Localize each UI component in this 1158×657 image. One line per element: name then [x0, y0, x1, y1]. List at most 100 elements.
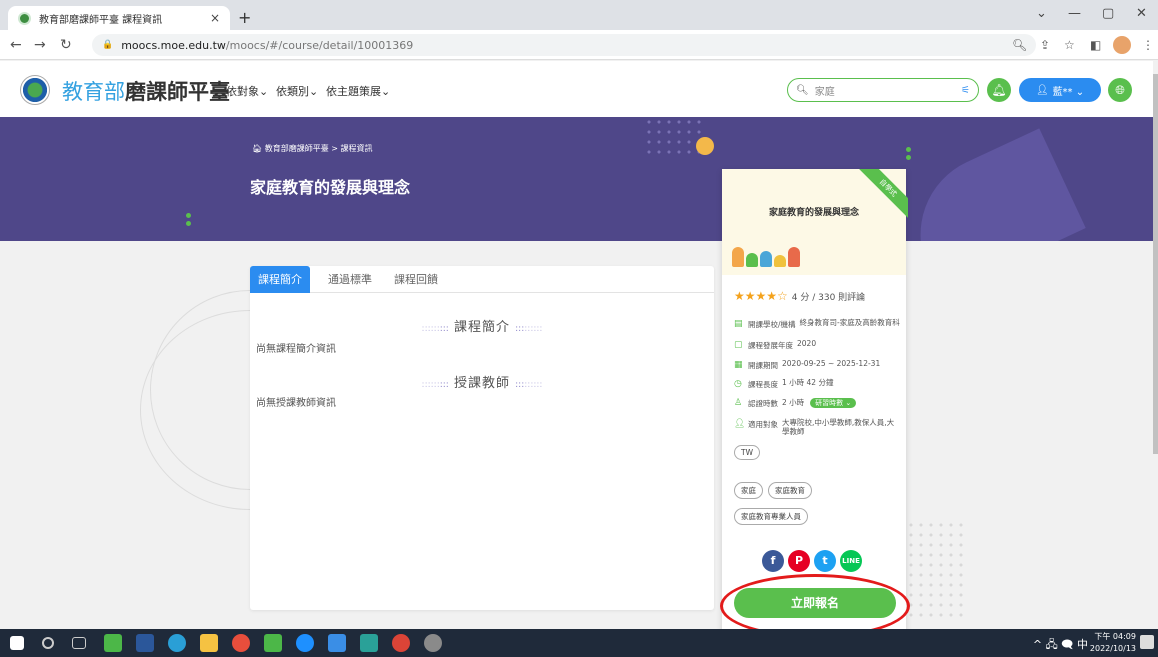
language-globe-icon[interactable]: 🌐︎ [1108, 78, 1132, 102]
photos-app-icon[interactable] [328, 634, 346, 652]
decor-dots [906, 520, 966, 620]
word-app-icon[interactable] [136, 634, 154, 652]
nav-by-audience[interactable]: 依對象⌄ [226, 83, 268, 99]
meta-value: 2 小時 研習時數 ⌄ [782, 398, 900, 409]
notification-bell-icon[interactable]: 🔔︎ [987, 78, 1011, 102]
clock-date: 2022/10/13 [1089, 644, 1136, 653]
lightbulb-icon [696, 137, 714, 155]
ribbon-text: 自學式 [858, 169, 908, 219]
address-bar: ← → ↻ 🔒 moocs.moe.edu.tw /moocs/#/course… [0, 30, 1158, 60]
search-icon[interactable] [42, 637, 54, 649]
menu-kebab-icon[interactable]: ⋮ [1142, 38, 1154, 52]
reload-icon[interactable]: ↻ [60, 37, 72, 53]
course-rating: ★★★★☆ 4 分 / 330 則評論 [734, 289, 865, 303]
cover-illustration [732, 247, 800, 267]
clock-icon: ◷ [734, 379, 742, 389]
tab-intro[interactable]: 課程簡介 [250, 266, 310, 293]
meta-value: 大專院校,中小學教師,教保人員,大學教師 [782, 418, 895, 436]
chrome-active-icon[interactable] [424, 634, 442, 652]
minimize-button[interactable]: — [1068, 6, 1081, 21]
teacher-text: 尚無授課教師資訊 [256, 398, 336, 409]
chrome-canary-icon[interactable] [232, 634, 250, 652]
bookmark-star-icon[interactable]: ☆ [1064, 38, 1075, 52]
twitter-share-icon[interactable]: t [814, 550, 836, 572]
tab-close-icon[interactable]: × [210, 11, 220, 25]
site-brand[interactable]: 教育部磨課師平臺 [62, 76, 230, 106]
line-share-icon[interactable]: LINE [840, 550, 862, 572]
file-explorer-icon[interactable] [200, 634, 218, 652]
decor-swoosh [894, 128, 1086, 241]
tab-pass-criteria[interactable]: 通過標準 [320, 266, 380, 293]
nav-by-category[interactable]: 依類別⌄ [276, 83, 318, 99]
meta-value: 2020-09-25 ~ 2025-12-31 [782, 359, 881, 368]
forward-arrow-icon[interactable]: → [34, 37, 46, 53]
scrollbar-thumb[interactable] [1153, 74, 1158, 454]
url-path: /moocs/#/course/detail/10001369 [225, 38, 414, 52]
user-label: 藍** ⌄ [1052, 86, 1085, 98]
rating-stars: ★★★★☆ [734, 289, 788, 303]
course-tabs: 課程簡介 通過標準 課程回饋 [250, 266, 714, 293]
new-tab-button[interactable]: + [238, 8, 251, 27]
notification-center-icon[interactable] [1140, 635, 1154, 649]
tag-family[interactable]: 家庭 [734, 482, 763, 499]
brand-part1: 教育部 [62, 80, 125, 104]
sidepanel-icon[interactable]: ◧ [1090, 38, 1101, 52]
windows-taskbar: ^ 🖧 🗨 中 下午 04:09 2022/10/13 [0, 629, 1158, 657]
meta-period: ▦ 開課期間 2020-09-25 ~ 2025-12-31 [734, 359, 900, 371]
tag-family-education-professional[interactable]: 家庭教育專業人員 [734, 508, 808, 525]
language-tag[interactable]: TW [734, 445, 760, 460]
tab-search-icon[interactable]: ⌄ [1036, 6, 1047, 21]
bookmark-icon: ▢ [734, 340, 743, 350]
search-input[interactable]: 🔍︎ 家庭 ⚟ [787, 78, 979, 102]
pinterest-share-icon[interactable]: P [788, 550, 810, 572]
decor-dots [644, 117, 704, 157]
moe-logo-icon[interactable] [20, 75, 50, 105]
site-favicon-icon [18, 11, 31, 25]
course-summary-panel: 家庭教育的發展與理念 自學式 ★★★★☆ 4 分 / 330 則評論 ▤ 開課學… [722, 169, 908, 634]
back-arrow-icon[interactable]: ← [10, 37, 22, 53]
filter-icon[interactable]: ⚟ [961, 85, 970, 96]
task-view-icon[interactable] [72, 637, 86, 649]
meta-label: 開課期間 [748, 361, 778, 370]
meta-value: 1 小時 42 分鐘 [782, 378, 834, 387]
training-hours-button[interactable]: 研習時數 ⌄ [810, 398, 857, 409]
system-tray[interactable]: ^ 🖧 🗨 中 [1033, 636, 1088, 655]
meta-length: ◷ 課程長度 1 小時 42 分鐘 [734, 378, 900, 390]
course-cover: 家庭教育的發展與理念 自學式 [722, 169, 908, 275]
start-windows-icon[interactable] [10, 636, 24, 650]
profile-avatar[interactable] [1113, 36, 1131, 54]
tag-family-education[interactable]: 家庭教育 [768, 482, 812, 499]
meta-label: 課程發展年度 [748, 341, 793, 350]
ie-browser-icon[interactable] [296, 634, 314, 652]
decor-dot [186, 221, 191, 226]
app-icon[interactable] [264, 634, 282, 652]
facebook-share-icon[interactable]: f [762, 550, 784, 572]
line-app-icon[interactable] [104, 634, 122, 652]
close-window-button[interactable]: ✕ [1136, 6, 1147, 21]
url-field[interactable]: 🔒 moocs.moe.edu.tw /moocs/#/course/detai… [92, 34, 1036, 56]
page-title: 家庭教育的發展與理念 [250, 178, 411, 197]
share-icon[interactable]: ⇪ [1040, 38, 1050, 52]
intro-text: 尚無課程簡介資訊 [256, 344, 336, 355]
search-text: 家庭 [814, 86, 835, 98]
nav-by-theme[interactable]: 依主題策展⌄ [326, 83, 390, 99]
site-header: 教育部磨課師平臺 依對象⌄ 依類別⌄ 依主題策展⌄ 🔍︎ 家庭 ⚟ 🔔︎ 👤︎ … [0, 61, 1153, 117]
brand-part2: 磨課師平臺 [125, 80, 230, 104]
app-icon[interactable] [360, 634, 378, 652]
decor-dot [186, 213, 191, 218]
search-icon: 🔍︎ [796, 84, 809, 96]
meta-value: 2020 [797, 339, 817, 348]
meta-label: 開課學校/機構 [748, 320, 796, 329]
calendar-icon: ▦ [734, 360, 743, 370]
system-clock[interactable]: 下午 04:09 2022/10/13 [1090, 631, 1136, 655]
tab-feedback[interactable]: 課程回饋 [386, 266, 446, 293]
user-menu-button[interactable]: 👤︎ 藍** ⌄ [1019, 78, 1101, 102]
meta-label: 適用對象 [748, 420, 778, 429]
intro-heading: ::::::::: 課程簡介 ::::::::: [421, 320, 543, 335]
edge-app-icon[interactable] [168, 634, 186, 652]
zoom-icon[interactable]: 🔍︎ [1012, 38, 1027, 52]
maximize-button[interactable]: ▢ [1102, 6, 1114, 21]
browser-tab[interactable]: 教育部磨課師平臺 課程資訊 × [8, 6, 230, 30]
breadcrumb[interactable]: 🏠︎ 教育部磨課師平臺 > 課程資訊 [252, 143, 373, 154]
chrome-icon[interactable] [392, 634, 410, 652]
